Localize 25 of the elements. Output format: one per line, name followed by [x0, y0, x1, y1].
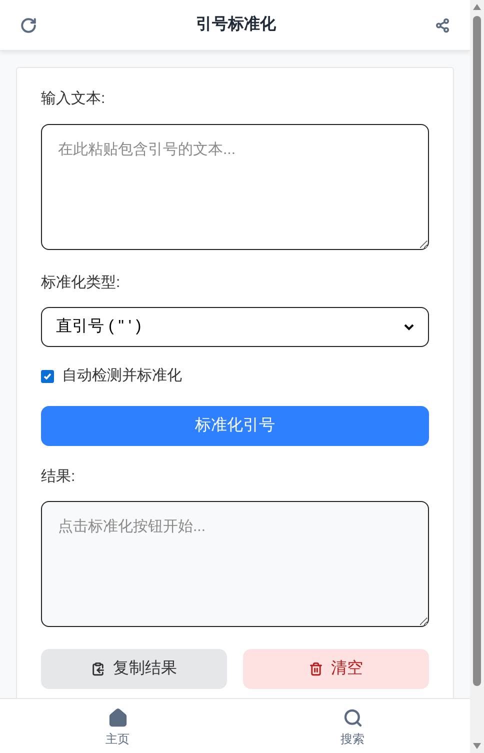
chevron-icon: [404, 324, 414, 330]
input-field[interactable]: 在此粘贴包含引号的文本...: [41, 124, 429, 250]
auto-detect-checkbox[interactable]: [41, 370, 54, 383]
share-icon[interactable]: [435, 18, 450, 32]
auto-detect-label: 自动检测并标准化: [62, 366, 182, 386]
trash-icon: [309, 662, 323, 676]
clear-button[interactable]: 清空: [243, 649, 429, 689]
scroll-thumb[interactable]: [473, 16, 481, 686]
home-nav-item[interactable]: 主页: [0, 699, 235, 753]
type-select[interactable]: 直引号 ( " ' ): [41, 307, 429, 347]
scroll-down-icon[interactable]: [473, 743, 481, 749]
search-icon: [342, 708, 362, 728]
home-icon: [108, 708, 128, 728]
result-field[interactable]: 点击标准化按钮开始...: [41, 501, 429, 627]
refresh-icon[interactable]: [20, 16, 37, 34]
scrollbar[interactable]: [470, 0, 484, 753]
normalize-button[interactable]: 标准化引号: [41, 406, 429, 446]
clipboard-icon: [91, 662, 105, 676]
type-label: 标准化类型:: [41, 272, 122, 292]
copy-result-button[interactable]: 复制结果: [41, 649, 227, 689]
input-label: 输入文本:: [41, 89, 106, 109]
page-title: 引号标准化: [196, 14, 276, 35]
scroll-up-icon[interactable]: [473, 4, 481, 10]
result-label: 结果:: [41, 466, 76, 486]
search-nav-item[interactable]: 搜索: [235, 699, 470, 753]
